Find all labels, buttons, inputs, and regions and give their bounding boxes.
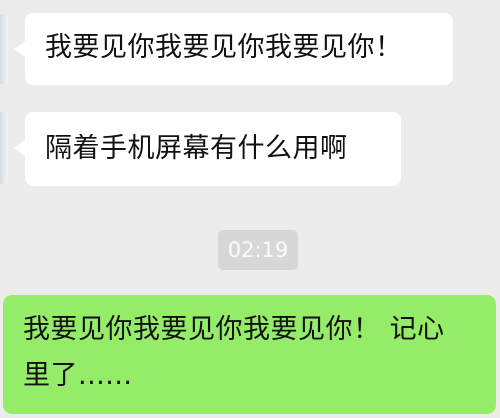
- message-text-line: 我要见你我要见你我要见你！ 记心: [23, 314, 445, 345]
- message-text-line: 里了......: [23, 360, 133, 391]
- contact-avatar[interactable]: [0, 14, 8, 84]
- message-text: 隔着手机屏幕有什么用啊: [45, 133, 348, 164]
- incoming-message-bubble[interactable]: 隔着手机屏幕有什么用啊: [14, 112, 401, 186]
- outgoing-message-bubble[interactable]: 我要见你我要见你我要见你！ 记心 里了......: [3, 295, 496, 414]
- message-text: 我要见你我要见你我要见你！: [45, 32, 403, 63]
- timestamp-badge: 02:19: [218, 230, 298, 270]
- incoming-message-bubble[interactable]: 我要见你我要见你我要见你！: [14, 13, 453, 85]
- contact-avatar[interactable]: [0, 112, 8, 184]
